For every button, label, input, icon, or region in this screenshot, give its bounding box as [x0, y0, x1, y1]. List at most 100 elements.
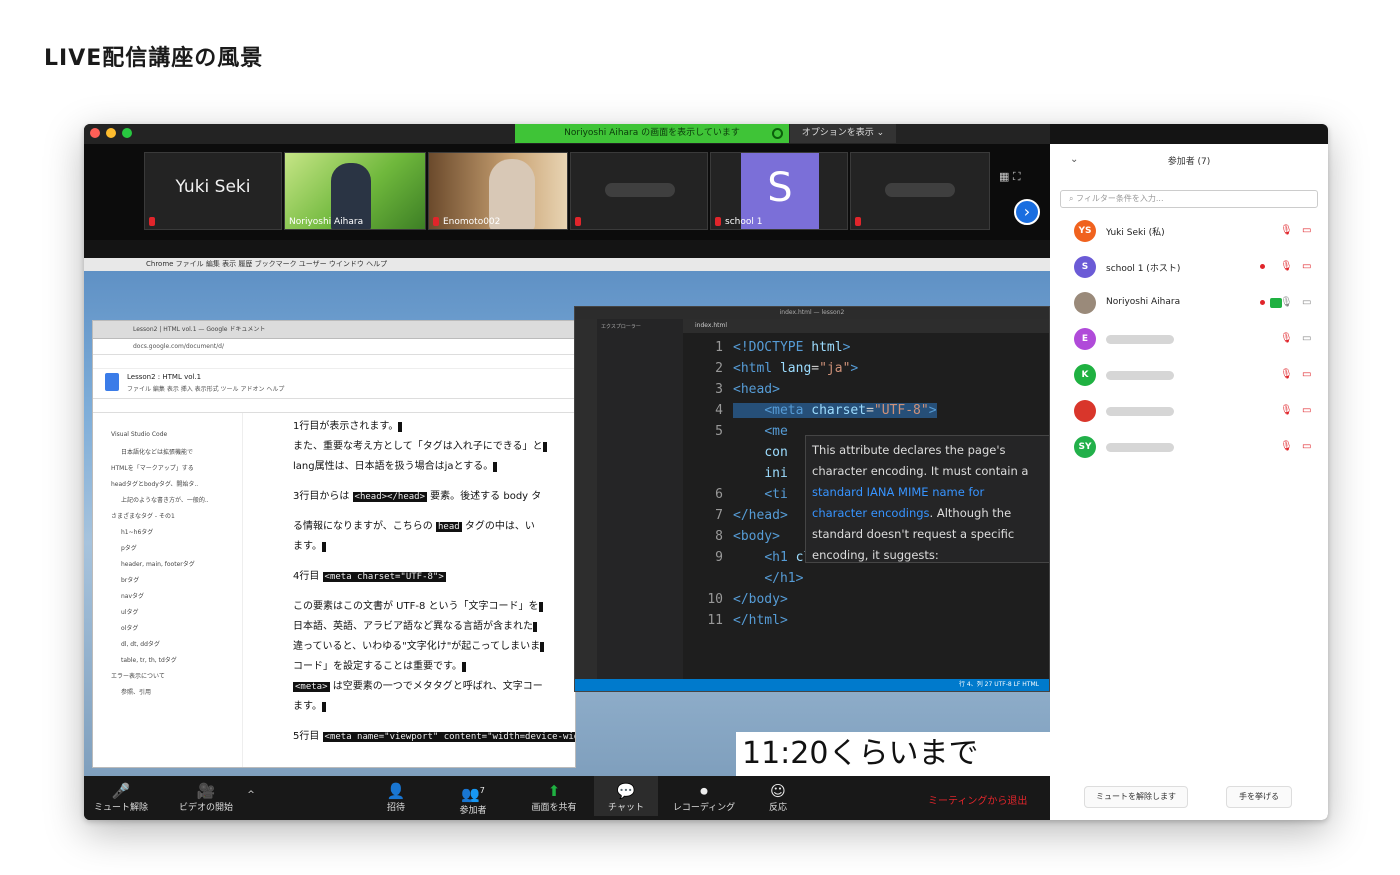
- video-thumb-enomoto[interactable]: Enomoto002: [428, 152, 568, 230]
- outline-item[interactable]: 日本語化などは拡張機能で: [111, 447, 242, 463]
- doc-paragraph: 日本語、英語、アラビア語など異なる言語が含まれた: [293, 617, 565, 637]
- muted-mic-icon: [855, 217, 861, 226]
- video-thumb-blurred-2[interactable]: [850, 152, 990, 230]
- line-number: 4: [715, 403, 723, 418]
- blurred-participant-name: [1106, 371, 1174, 380]
- participant-row[interactable]: K 🎙 ▭: [1074, 364, 1324, 388]
- leave-meeting-button[interactable]: ミーティングから退出: [928, 792, 1027, 807]
- line-number: 9: [715, 550, 723, 565]
- minimize-window-button[interactable]: [106, 128, 116, 138]
- participant-row[interactable]: 🎙 ▭: [1074, 400, 1324, 424]
- outline-item[interactable]: さまざまなタグ - その1: [111, 511, 242, 527]
- outline-item[interactable]: 上記のような書き方が、一般的..: [111, 495, 242, 511]
- tooltip-line: standard doesn't request a specific: [812, 527, 1015, 541]
- camera-icon: ▭: [1302, 297, 1312, 308]
- activity-bar: [575, 319, 597, 679]
- tooltip-line: character encoding. It must contain a: [812, 464, 1029, 478]
- tooltip-line: encoding, it suggests:: [812, 548, 939, 562]
- blurred-name: [885, 183, 955, 197]
- doc-title[interactable]: Lesson2 : HTML vol.1: [127, 373, 201, 381]
- chat-button[interactable]: 💬 チャット: [594, 776, 658, 816]
- camera-off-icon: ▭: [1302, 369, 1312, 380]
- code-highlight: <head></head>: [352, 492, 427, 502]
- doc-paragraph: 5行目 <meta name="viewport" content="width…: [293, 727, 575, 747]
- outline-item[interactable]: ulタグ: [111, 607, 242, 623]
- blurred-participant-name: [1106, 335, 1174, 344]
- participant-name: Yuki Seki (私): [1106, 228, 1165, 238]
- tooltip-link[interactable]: standard IANA MIME name for: [812, 482, 1044, 503]
- participants-button[interactable]: 👥7 参加者: [448, 782, 498, 816]
- doc-text: 要素。後述する body タ: [427, 491, 542, 502]
- start-video-button[interactable]: 🎥 ビデオの開始: [170, 782, 242, 813]
- toolbar-label: ビデオの開始: [178, 803, 233, 813]
- outline-item[interactable]: header, main, footerタグ: [111, 559, 242, 575]
- participant-row[interactable]: Sschool 1 (ホスト) 🎙 ▭: [1074, 256, 1324, 280]
- muted-mic-icon: [575, 217, 581, 226]
- outline-item[interactable]: navタグ: [111, 591, 242, 607]
- video-thumb-noriyoshi[interactable]: Noriyoshi Aihara: [284, 152, 426, 230]
- video-options-chevron-icon[interactable]: ^: [244, 790, 258, 800]
- tooltip-link[interactable]: character encodings: [812, 506, 930, 520]
- participant-row[interactable]: Noriyoshi Aihara 🎙 ▭: [1074, 292, 1324, 316]
- unmute-all-button[interactable]: ミュートを解除します: [1084, 786, 1188, 808]
- explorer-sidebar: エクスプローラー: [597, 319, 683, 679]
- participant-avatar: YS: [1074, 220, 1096, 242]
- doc-paragraph: lang属性は、日本語を扱う場合はjaとする。: [293, 457, 565, 477]
- mac-menubar: Chrome ファイル 編集 表示 履歴 ブックマーク ユーザー ウインドウ ヘ…: [84, 258, 1050, 271]
- code-highlight: [398, 422, 403, 432]
- invite-icon: 👤: [386, 782, 406, 800]
- outline-item[interactable]: HTMLを「マークアップ」する: [111, 463, 242, 479]
- doc-paragraph: 1行目が表示されます。: [293, 417, 565, 437]
- raise-hand-button[interactable]: 手を挙げる: [1226, 786, 1292, 808]
- address-bar[interactable]: docs.google.com/document/d/: [93, 339, 575, 355]
- outline-item[interactable]: table, tr, th, tdタグ: [111, 655, 242, 671]
- outline-item[interactable]: エラー表示について: [111, 671, 242, 687]
- browser-tabs[interactable]: Lesson2 | HTML vol.1 — Google ドキュメント: [93, 321, 575, 339]
- toolbar-label: 参加者: [459, 806, 487, 816]
- editor-tab[interactable]: index.html: [683, 319, 1049, 333]
- close-window-button[interactable]: [90, 128, 100, 138]
- video-thumb-yuki-seki[interactable]: Yuki Seki: [144, 152, 282, 230]
- outline-item[interactable]: Visual Studio Code: [111, 431, 242, 447]
- participant-search-input[interactable]: ⌕ フィルター条件を入力...: [1060, 190, 1318, 208]
- code-text: <body>: [733, 529, 780, 544]
- doc-text: 4行目: [293, 571, 323, 582]
- outline-item[interactable]: 参照、引用: [111, 687, 242, 703]
- view-options-button[interactable]: オプションを表示 ⌄: [790, 124, 896, 143]
- outline-item[interactable]: h1~h6タグ: [111, 527, 242, 543]
- reactions-button[interactable]: ☺ 反応: [758, 782, 798, 813]
- outline-item[interactable]: pタグ: [111, 543, 242, 559]
- doc-menu[interactable]: ファイル 編集 表示 挿入 表示形式 ツール アドオン ヘルプ: [127, 384, 284, 393]
- gallery-view-icon[interactable]: ▦ ⛶: [999, 170, 1021, 184]
- hover-tooltip: This attribute declares the page's chara…: [805, 435, 1049, 563]
- unmute-button[interactable]: 🎤 ミュート解除: [90, 782, 152, 813]
- invite-button[interactable]: 👤 招待: [374, 782, 418, 813]
- vscode-window: index.html — lesson2 エクスプローラー index.html…: [574, 306, 1050, 692]
- video-thumb-school1[interactable]: S school 1: [710, 152, 848, 230]
- outline-item[interactable]: brタグ: [111, 575, 242, 591]
- participant-row[interactable]: YS Yuki Seki (私) 🎙 ▭: [1074, 220, 1324, 244]
- participant-row[interactable]: SY 🎙 ▭: [1074, 436, 1324, 460]
- zoom-window: Noriyoshi Aihara の画面を表示しています オプションを表示 ⌄ …: [84, 124, 1328, 820]
- outline-item[interactable]: olタグ: [111, 623, 242, 639]
- next-page-icon[interactable]: ›: [1014, 199, 1040, 225]
- record-button[interactable]: ⏺ レコーディング: [666, 782, 742, 813]
- doc-paragraph: ます。: [293, 697, 565, 717]
- participants-count: 7: [479, 786, 485, 795]
- mic-muted-icon: 🎙: [1280, 405, 1293, 416]
- participant-avatar: S: [1074, 256, 1096, 278]
- share-screen-icon: ⬆: [547, 782, 561, 800]
- maximize-window-button[interactable]: [122, 128, 132, 138]
- outline-item[interactable]: dl, dt, ddタグ: [111, 639, 242, 655]
- share-screen-button[interactable]: ⬆ 画面を共有: [524, 782, 584, 813]
- doc-paragraph: る情報になりますが、こちらの head タグの中は、い: [293, 517, 565, 537]
- code-text: <meta charset="UTF-8">: [733, 403, 937, 418]
- outline-item[interactable]: headタグとbodyタグ、開始タ..: [111, 479, 242, 495]
- screen-share-banner: Noriyoshi Aihara の画面を表示しています: [515, 124, 789, 143]
- participant-row[interactable]: E 🎙 ▭: [1074, 328, 1324, 352]
- code-highlight: <meta>: [293, 682, 330, 692]
- zoom-titlebar: Noriyoshi Aihara の画面を表示しています オプションを表示 ⌄: [84, 124, 1050, 144]
- doc-text: lang属性は、日本語を扱う場合はjaとする。: [293, 461, 494, 472]
- doc-text: 違っていると、いわゆる"文字化け"が起こってしまいま: [293, 641, 541, 652]
- video-thumb-blurred[interactable]: [570, 152, 708, 230]
